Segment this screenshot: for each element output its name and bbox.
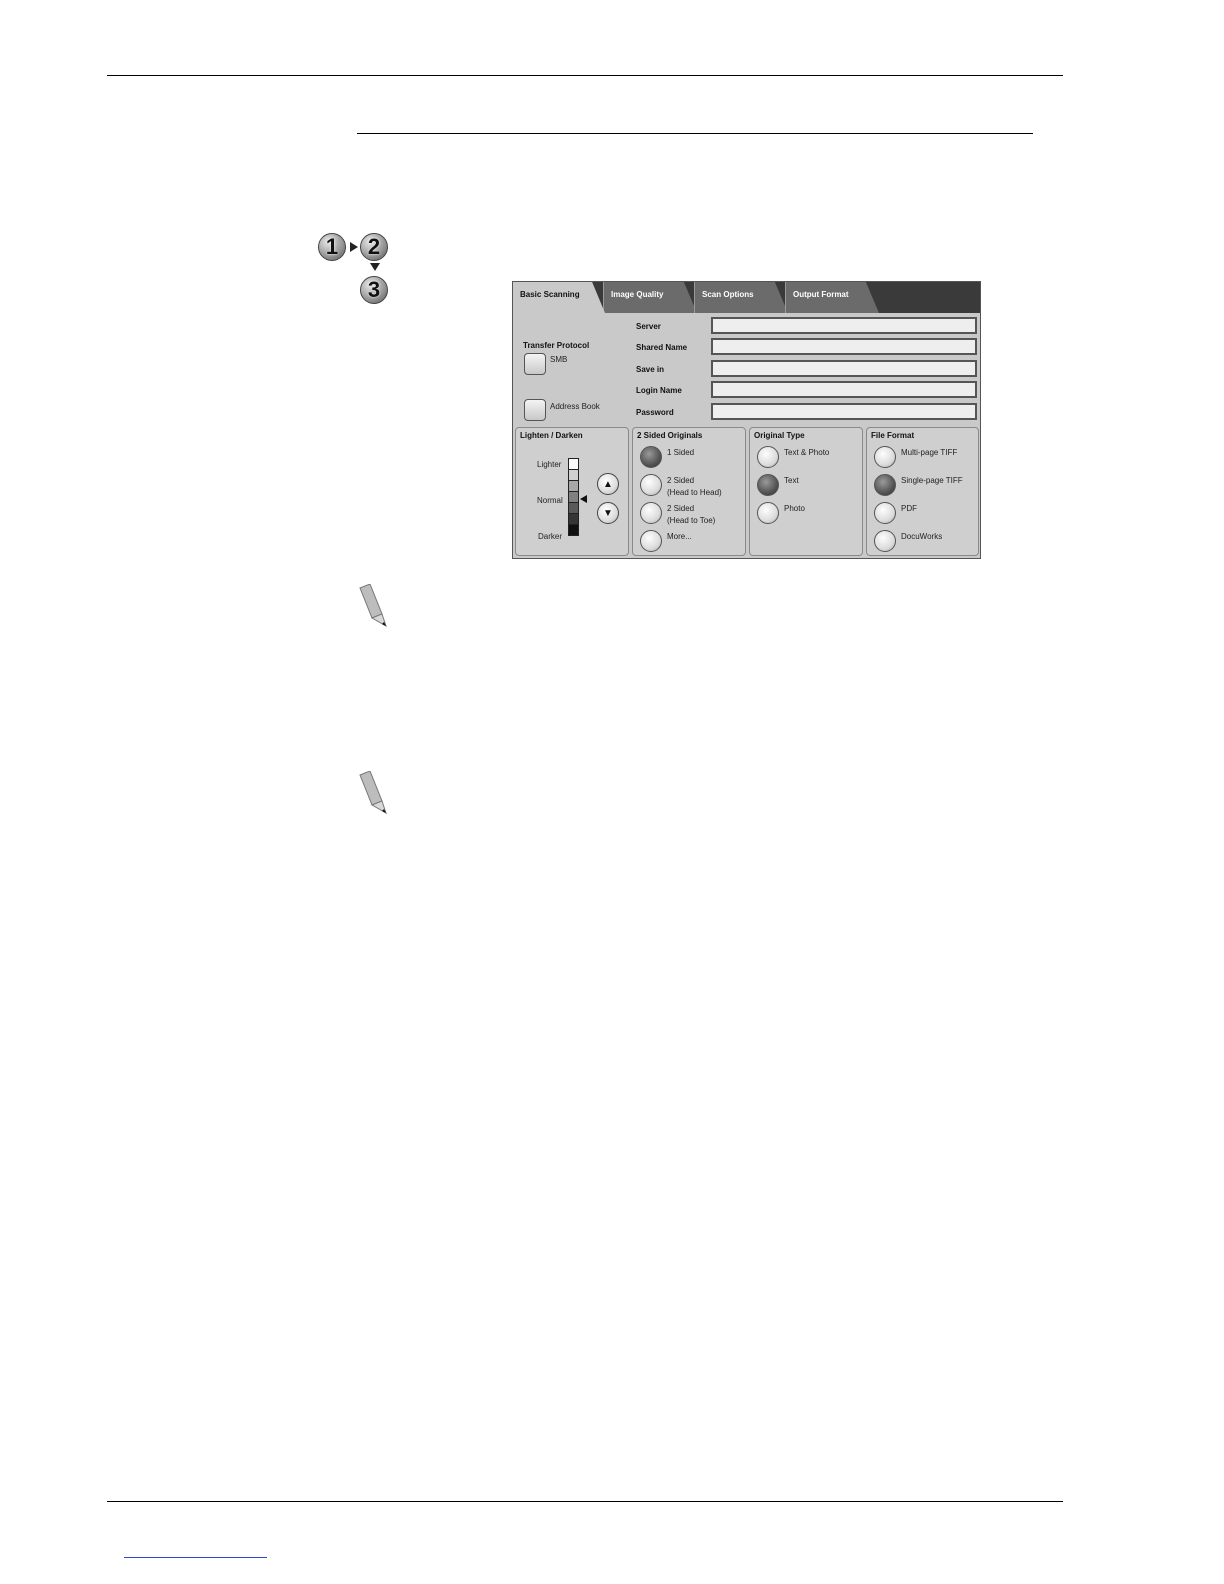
- more-radio[interactable]: [640, 530, 662, 552]
- top-rule: [107, 75, 1063, 76]
- smb-button[interactable]: [524, 353, 546, 375]
- tab-image-quality[interactable]: Image Quality: [603, 282, 697, 313]
- one-sided-label: 1 Sided: [667, 448, 695, 457]
- docuworks-radio[interactable]: [874, 530, 896, 552]
- two-sided-title: 2 Sided Originals: [637, 431, 703, 440]
- lighten-darken-title: Lighten / Darken: [520, 431, 583, 440]
- original-type-title: Original Type: [754, 431, 805, 440]
- note-pencil-icon: [359, 771, 387, 815]
- head-to-toe-radio[interactable]: [640, 502, 662, 524]
- up-arrow-icon: ▲: [603, 478, 613, 490]
- pdf-radio[interactable]: [874, 502, 896, 524]
- head-to-head-radio[interactable]: [640, 474, 662, 496]
- save-in-label: Save in: [636, 365, 665, 374]
- server-field[interactable]: [711, 317, 977, 334]
- file-format-group: File Format Multi-page TIFF Single-page …: [866, 427, 979, 556]
- more-label: More...: [667, 532, 692, 541]
- bottom-rule: [107, 1501, 1063, 1502]
- arrow-down-icon: [370, 263, 380, 271]
- density-pointer-icon: [580, 495, 587, 503]
- file-format-title: File Format: [871, 431, 915, 440]
- text-label: Text: [784, 476, 799, 485]
- tab-output-format[interactable]: Output Format: [785, 282, 879, 313]
- darker-label: Darker: [538, 532, 563, 541]
- photo-radio[interactable]: [757, 502, 779, 524]
- step-two-icon: 2: [360, 233, 388, 261]
- arrow-right-icon: [350, 242, 358, 252]
- login-name-field[interactable]: [711, 381, 977, 398]
- single-page-tiff-radio[interactable]: [874, 474, 896, 496]
- pdf-label: PDF: [901, 504, 917, 513]
- text-photo-label: Text & Photo: [784, 448, 830, 457]
- head-to-toe-label: 2 Sided (Head to Toe): [667, 504, 716, 525]
- original-type-group: Original Type Text & Photo Text Photo: [749, 427, 863, 556]
- normal-label: Normal: [537, 496, 563, 505]
- one-sided-radio[interactable]: [640, 446, 662, 468]
- shared-name-label: Shared Name: [636, 343, 688, 352]
- docuworks-label: DocuWorks: [901, 532, 943, 541]
- lighten-darken-group: Lighten / Darken Lighter Normal Darker ▲…: [515, 427, 629, 556]
- login-name-label: Login Name: [636, 386, 682, 395]
- password-label: Password: [636, 408, 674, 417]
- smb-label: SMB: [550, 355, 568, 364]
- save-in-field[interactable]: [711, 360, 977, 377]
- lighten-up-button[interactable]: ▲: [597, 473, 619, 495]
- server-label: Server: [636, 322, 661, 331]
- transfer-protocol-title: Transfer Protocol: [523, 341, 590, 350]
- photo-label: Photo: [784, 504, 805, 513]
- footer-link-underline[interactable]: [124, 1557, 267, 1558]
- password-field[interactable]: [711, 403, 977, 420]
- two-sided-group: 2 Sided Originals 1 Sided 2 Sided (Head …: [632, 427, 746, 556]
- down-arrow-icon: ▼: [603, 507, 613, 519]
- text-radio[interactable]: [757, 474, 779, 496]
- single-page-tiff-label: Single-page TIFF: [901, 476, 963, 485]
- tab-basic-scanning[interactable]: Basic Scanning: [513, 282, 605, 313]
- step-three-icon: 3: [360, 276, 388, 304]
- steps-icon: 1 2 3: [316, 230, 396, 310]
- note-pencil-icon: [359, 584, 387, 628]
- step-one-icon: 1: [318, 233, 346, 261]
- address-book-label: Address Book: [550, 402, 600, 411]
- density-scale-cell: [568, 524, 579, 536]
- shared-name-field[interactable]: [711, 338, 977, 355]
- scan-panel: Basic Scanning Image Quality Scan Option…: [512, 281, 981, 559]
- address-book-button[interactable]: [524, 399, 546, 421]
- multi-page-tiff-radio[interactable]: [874, 446, 896, 468]
- multi-page-tiff-label: Multi-page TIFF: [901, 448, 958, 457]
- lighter-label: Lighter: [537, 460, 562, 469]
- section-rule: [357, 133, 1033, 134]
- darken-down-button[interactable]: ▼: [597, 502, 619, 524]
- head-to-head-label: 2 Sided (Head to Head): [667, 476, 722, 497]
- tab-scan-options[interactable]: Scan Options: [694, 282, 788, 313]
- text-photo-radio[interactable]: [757, 446, 779, 468]
